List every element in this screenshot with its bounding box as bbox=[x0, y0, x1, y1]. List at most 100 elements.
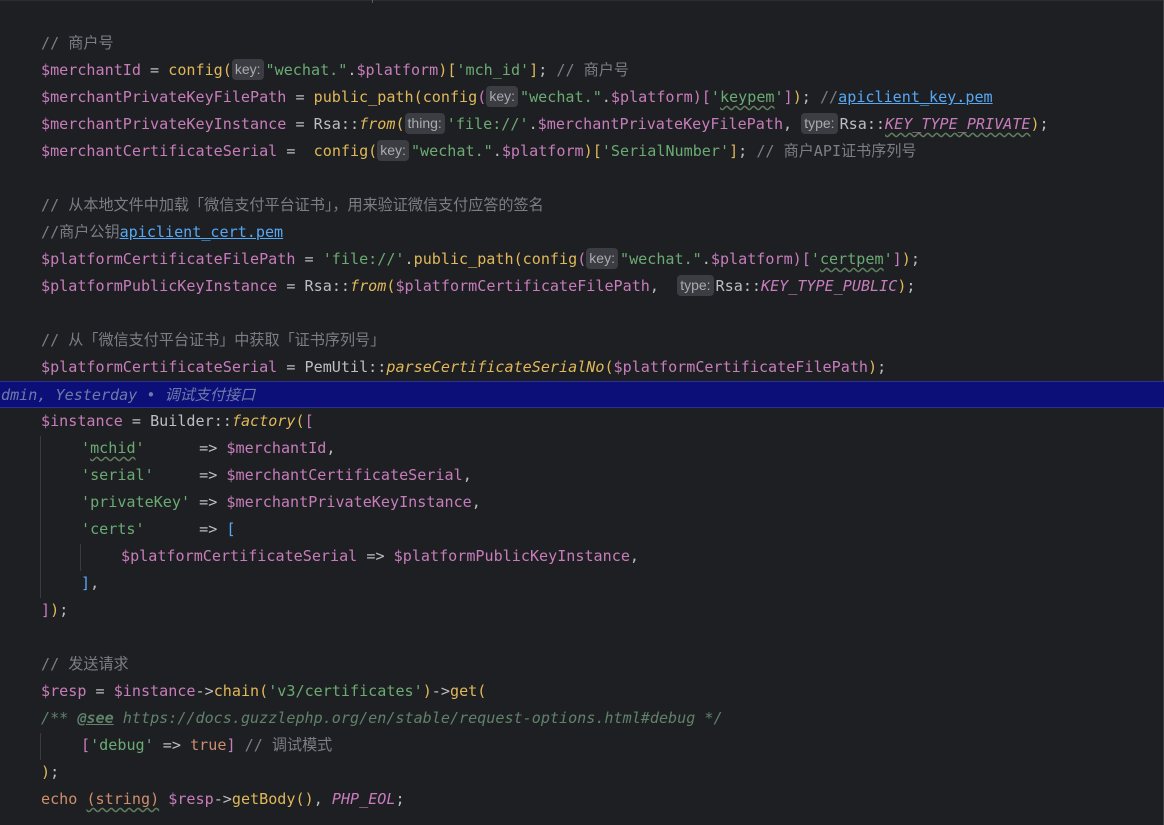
variable: $platformCertificateSerial bbox=[121, 547, 358, 565]
code-line[interactable]: 'mchid' => $merchantId, bbox=[0, 435, 1164, 462]
scope-operator: :: bbox=[742, 277, 761, 295]
code-line[interactable]: 'privateKey' => $merchantPrivateKeyInsta… bbox=[0, 489, 1164, 516]
inlay-hint: thing: bbox=[404, 113, 445, 134]
semicolon: ; bbox=[395, 790, 405, 808]
comment: // 商户号 bbox=[547, 61, 629, 79]
paren: ( bbox=[477, 682, 487, 700]
variable: $instance bbox=[113, 682, 196, 700]
semicolon: ; bbox=[910, 250, 920, 268]
string: 'v3/certificates' bbox=[268, 682, 423, 700]
doc-comment: https://docs.guzzlephp.org/en/stable/req… bbox=[113, 709, 723, 727]
paren: () bbox=[295, 790, 314, 808]
operator: = bbox=[277, 277, 305, 295]
comment: // 调试模式 bbox=[235, 736, 333, 754]
inlay-hint: key: bbox=[586, 248, 618, 269]
function-name: public_path bbox=[313, 88, 414, 106]
comma: , bbox=[471, 493, 481, 511]
semicolon: ; bbox=[906, 277, 916, 295]
code-line[interactable]: $merchantCertificateSerial = config(key:… bbox=[0, 138, 1164, 165]
code-line[interactable]: // 商户号 bbox=[0, 30, 1164, 57]
semicolon: ; bbox=[1039, 115, 1049, 133]
string: ' bbox=[81, 439, 91, 457]
code-line[interactable]: ], bbox=[0, 570, 1164, 597]
inlay-hint: key: bbox=[231, 59, 264, 80]
code-line[interactable]: $platformCertificateSerial => $platformP… bbox=[0, 543, 1164, 570]
operator: = bbox=[286, 88, 314, 106]
static-method: parseCertificateSerialNo bbox=[386, 358, 605, 376]
bracket: [ bbox=[226, 520, 236, 538]
string: 'file://' bbox=[322, 250, 405, 268]
paren: ( bbox=[477, 88, 487, 106]
code-line[interactable]: $platformCertificateSerial = PemUtil::pa… bbox=[0, 354, 1164, 381]
inlay-hint: key: bbox=[377, 140, 409, 161]
bracket: ] bbox=[892, 250, 902, 268]
variable: $merchantPrivateKeyInstance bbox=[226, 493, 472, 511]
bracket: ] bbox=[729, 142, 739, 160]
code-line[interactable]: echo (string) $resp->getBody(), PHP_EOL; bbox=[0, 786, 1164, 813]
comment: // 从「微信支付平台证书」中获取「证书序列号」 bbox=[41, 331, 386, 349]
code-line[interactable]: //商户公钥apiclient_cert.pem bbox=[0, 219, 1164, 246]
bracket: [ bbox=[81, 736, 91, 754]
code-line[interactable]: $merchantPrivateKeyInstance = Rsa::from(… bbox=[0, 111, 1164, 138]
variable: $platformCertificateFilePath bbox=[395, 277, 650, 295]
comment-link[interactable]: apiclient_key.pem bbox=[838, 88, 992, 106]
paren: ( bbox=[295, 412, 305, 430]
bracket: [ bbox=[701, 88, 711, 106]
doc-tag: @see bbox=[77, 709, 114, 727]
code-line[interactable]: /** @see https://docs.guzzlephp.org/en/s… bbox=[0, 705, 1164, 732]
bracket: [ bbox=[801, 250, 811, 268]
code-line[interactable]: 'serial' => $merchantCertificateSerial, bbox=[0, 462, 1164, 489]
comment-link[interactable]: apiclient_cert.pem bbox=[120, 223, 284, 241]
variable: $merchantId bbox=[226, 439, 327, 457]
comma: , bbox=[462, 466, 472, 484]
constant: KEY_TYPE_PUBLIC bbox=[761, 277, 898, 295]
variable: $merchantId bbox=[41, 61, 141, 79]
variable: $platformCertificateFilePath bbox=[613, 358, 868, 376]
bracket: ] bbox=[81, 574, 91, 592]
method-name: chain bbox=[213, 682, 260, 700]
paren: ) bbox=[41, 763, 51, 781]
arrow-operator: -> bbox=[431, 682, 450, 700]
code-line[interactable]: ['debug' => true] // 调试模式 bbox=[0, 732, 1164, 759]
string: 'serial' bbox=[81, 466, 154, 484]
operator: = bbox=[277, 142, 314, 160]
code-line[interactable]: ); bbox=[0, 759, 1164, 786]
code-line[interactable]: ]); bbox=[0, 597, 1164, 624]
string: keypem bbox=[719, 88, 775, 106]
code-line[interactable]: // 发送请求 bbox=[0, 651, 1164, 678]
variable: $platform bbox=[501, 142, 584, 160]
string: "wechat." bbox=[619, 250, 702, 268]
class-name: PemUtil bbox=[304, 358, 369, 376]
operator: = bbox=[295, 250, 323, 268]
scope-operator: :: bbox=[866, 115, 886, 133]
git-blame-annotation: dmin, Yesterday • 调试支付接口 bbox=[1, 386, 256, 404]
operator: => bbox=[190, 493, 227, 511]
code-line[interactable]: 'certs' => [ bbox=[0, 516, 1164, 543]
string: "wechat." bbox=[265, 61, 348, 79]
string: 'SerialNumber' bbox=[601, 142, 730, 160]
code-editor[interactable]: // 商户号 $merchantId = config(key: "wechat.… bbox=[0, 0, 1164, 825]
scope-operator: :: bbox=[340, 115, 360, 133]
semicolon: ; bbox=[877, 358, 887, 376]
bracket: ] bbox=[529, 61, 539, 79]
variable: $instance bbox=[41, 412, 123, 430]
code-line[interactable]: $instance = Builder::factory([ bbox=[0, 408, 1164, 435]
string: mchid bbox=[90, 439, 136, 457]
code-line[interactable]: $merchantPrivateKeyFilePath = public_pat… bbox=[0, 84, 1164, 111]
code-line[interactable]: // 从「微信支付平台证书」中获取「证书序列号」 bbox=[0, 327, 1164, 354]
comma: , bbox=[649, 277, 659, 295]
code-line[interactable]: $merchantId = config(key: "wechat.".$plat… bbox=[0, 57, 1164, 84]
inlay-hint: key: bbox=[486, 86, 518, 107]
code-line[interactable]: // 从本地文件中加载「微信支付平台证书」，用来验证微信支付应答的签名 bbox=[0, 192, 1164, 219]
git-blame-line[interactable]: dmin, Yesterday • 调试支付接口 bbox=[0, 381, 1164, 408]
variable: $platformPublicKeyInstance bbox=[41, 277, 278, 295]
code-line[interactable]: $resp = $instance->chain('v3/certificate… bbox=[0, 678, 1164, 705]
paren: ) bbox=[792, 250, 802, 268]
paren: ( bbox=[413, 88, 423, 106]
code-line[interactable]: $platformCertificateFilePath = 'file://'… bbox=[0, 246, 1164, 273]
paren: ( bbox=[259, 682, 269, 700]
semicolon: ; bbox=[50, 763, 60, 781]
function-name: config bbox=[168, 61, 223, 79]
bracket: ] bbox=[783, 88, 793, 106]
code-line[interactable]: $platformPublicKeyInstance = Rsa::from($… bbox=[0, 273, 1164, 300]
